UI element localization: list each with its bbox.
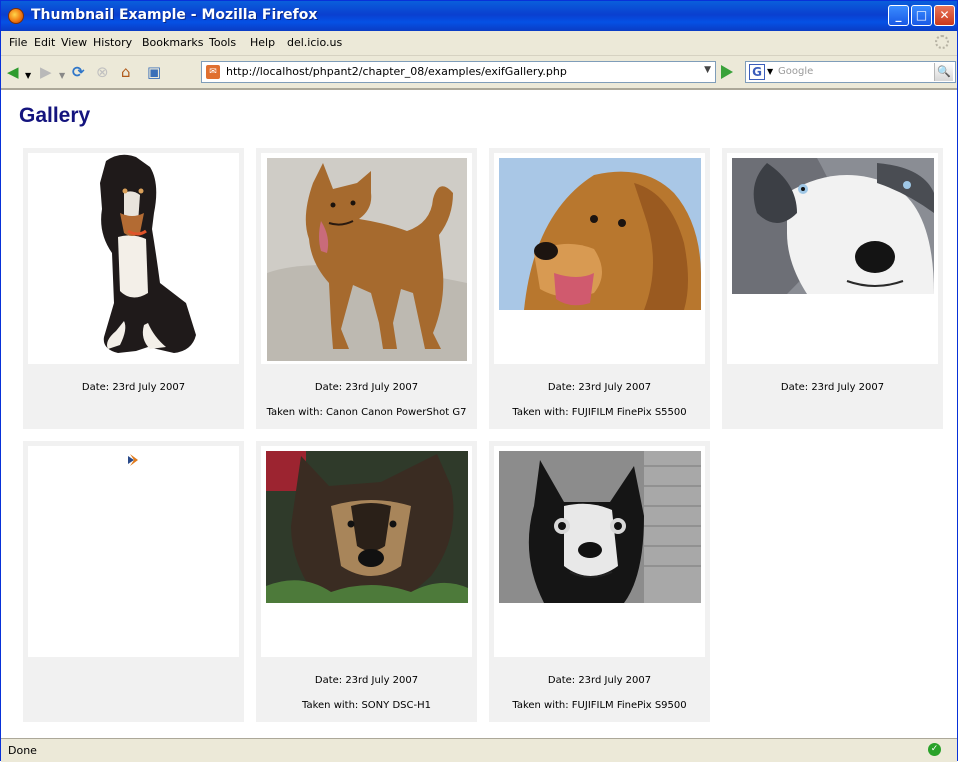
photo-date: Date: 23rd July 2007 <box>547 382 652 393</box>
menu-history[interactable]: History <box>93 36 132 49</box>
minimize-button[interactable]: _ <box>888 5 909 26</box>
window-title: Thumbnail Example - Mozilla Firefox <box>31 7 318 23</box>
back-icon[interactable]: ◀ <box>7 64 19 80</box>
dog-standing-photo[interactable] <box>261 153 472 364</box>
thumbnail-frame[interactable] <box>28 153 239 364</box>
status-text: Done <box>8 744 37 757</box>
menu-bar: File Edit View History Bookmarks Tools H… <box>1 31 957 56</box>
stop-icon[interactable]: ⊗ <box>96 64 109 80</box>
browser-window: Thumbnail Example - Mozilla Firefox _ □ … <box>0 0 958 762</box>
photo-camera: Taken with: Canon Canon PowerShot G7 <box>266 407 467 418</box>
thumbnail-frame[interactable] <box>494 446 705 657</box>
home-icon[interactable]: ⌂ <box>121 64 131 80</box>
gallery-item: Date: 23rd July 2007 Taken with: FUJIFIL… <box>489 441 710 722</box>
title-bar[interactable]: Thumbnail Example - Mozilla Firefox _ □ … <box>1 1 957 31</box>
secure-check-icon: ✓ <box>928 743 941 756</box>
search-magnifier-icon[interactable]: 🔍 <box>934 63 953 81</box>
engine-dropdown-icon[interactable]: ▼ <box>767 67 773 76</box>
menu-help[interactable]: Help <box>250 36 275 49</box>
reload-icon[interactable]: ⟳ <box>72 64 85 80</box>
photo-camera: Taken with: FUJIFILM FinePix S9500 <box>512 700 687 711</box>
photo-date: Date: 23rd July 2007 <box>314 675 419 686</box>
photo-camera: Taken with: FUJIFILM FinePix S5500 <box>512 407 687 418</box>
address-bar[interactable]: ✉ http://localhost/phpant2/chapter_08/ex… <box>201 61 716 83</box>
boston-terrier-photo[interactable] <box>494 446 705 657</box>
gallery-item: Date: 23rd July 2007 <box>722 148 943 429</box>
golden-retriever-photo[interactable] <box>494 153 705 364</box>
thumbnail-frame[interactable] <box>261 153 472 364</box>
menu-tools[interactable]: Tools <box>209 36 236 49</box>
gallery-item: Date: 23rd July 2007 Taken with: SONY DS… <box>256 441 477 722</box>
photo-date: Date: 23rd July 2007 <box>547 675 652 686</box>
gallery-item <box>23 441 244 722</box>
gallery-item: Date: 23rd July 2007 Taken with: Canon C… <box>256 148 477 429</box>
gallery-item: Date: 23rd July 2007 <box>23 148 244 429</box>
url-dropdown-icon[interactable]: ▼ <box>704 65 711 75</box>
missing-image-icon[interactable] <box>28 446 239 657</box>
photo-date: Date: 23rd July 2007 <box>314 382 419 393</box>
throbber-icon <box>935 35 949 49</box>
google-engine-icon[interactable]: G <box>749 64 765 80</box>
forward-dropdown-icon[interactable]: ▼ <box>59 68 65 84</box>
firefox-icon <box>8 8 24 24</box>
photo-date: Date: 23rd July 2007 <box>81 382 186 393</box>
close-button[interactable]: ✕ <box>934 5 955 26</box>
thumbnail-frame[interactable] <box>494 153 705 364</box>
menu-delicious[interactable]: del.icio.us <box>287 36 342 49</box>
maximize-button[interactable]: □ <box>911 5 932 26</box>
gallery-item: Date: 23rd July 2007 Taken with: FUJIFIL… <box>489 148 710 429</box>
bookmark-toolbar-icon[interactable]: ▣ <box>147 64 161 80</box>
page-title: Gallery <box>19 104 91 127</box>
menu-file[interactable]: File <box>9 36 27 49</box>
search-placeholder[interactable]: Google <box>778 66 813 77</box>
husky-closeup-photo[interactable] <box>727 153 938 364</box>
thumbnail-frame[interactable] <box>28 446 239 657</box>
thumbnail-frame[interactable] <box>727 153 938 364</box>
forward-icon[interactable]: ▶ <box>40 64 52 80</box>
shepherd-dog-photo[interactable] <box>261 446 472 657</box>
status-bar: Done ✓ <box>1 738 957 762</box>
menu-bookmarks[interactable]: Bookmarks <box>142 36 203 49</box>
photo-date: Date: 23rd July 2007 <box>780 382 885 393</box>
menu-edit[interactable]: Edit <box>34 36 55 49</box>
back-dropdown-icon[interactable]: ▼ <box>25 68 31 84</box>
dog-sitting-photo[interactable] <box>28 153 239 364</box>
search-box[interactable]: G ▼ Google 🔍 <box>745 61 956 83</box>
navigation-toolbar: ◀ ▼ ▶ ▼ ⟳ ⊗ ⌂ ▣ ✉ http://localhost/phpan… <box>1 56 957 89</box>
site-favicon-icon: ✉ <box>206 65 220 79</box>
menu-view[interactable]: View <box>61 36 87 49</box>
thumbnail-frame[interactable] <box>261 446 472 657</box>
go-arrow-icon[interactable] <box>721 65 733 79</box>
photo-camera: Taken with: SONY DSC-H1 <box>302 700 431 711</box>
address-url[interactable]: http://localhost/phpant2/chapter_08/exam… <box>226 65 567 78</box>
page-content: Gallery Date: 23rd July 2007 Date: 23rd … <box>1 89 957 738</box>
